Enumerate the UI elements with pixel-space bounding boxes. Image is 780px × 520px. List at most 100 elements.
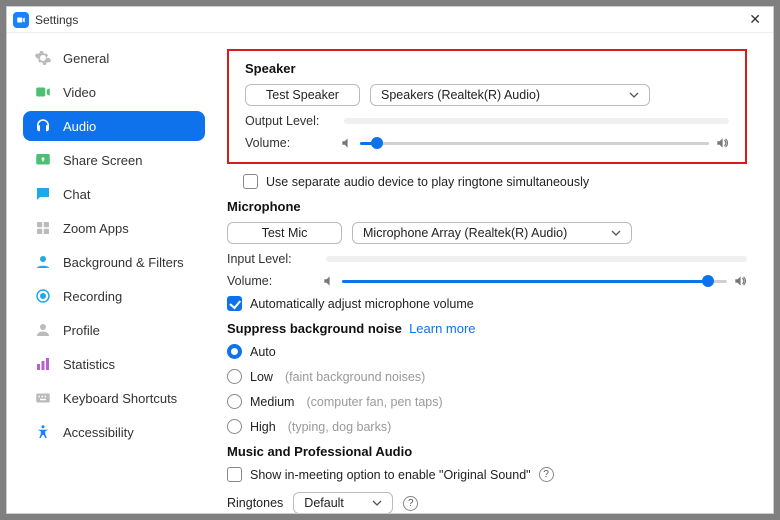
main-panel: Speaker Test Speaker Speakers (Realtek(R… xyxy=(217,33,773,513)
auto-adjust-checkbox[interactable] xyxy=(227,296,242,311)
gear-icon xyxy=(33,48,53,68)
body: General Video Audio Share Screen Chat Zo… xyxy=(7,33,773,513)
suppress-low-label: Low xyxy=(250,370,273,384)
speaker-output-level-meter xyxy=(344,118,729,124)
apps-icon xyxy=(33,218,53,238)
learn-more-link[interactable]: Learn more xyxy=(409,321,475,336)
accessibility-icon xyxy=(33,422,53,442)
sidebar-item-label: Video xyxy=(63,85,96,100)
titlebar: Settings ✕ xyxy=(7,7,773,33)
share-screen-icon xyxy=(33,150,53,170)
sidebar-item-audio[interactable]: Audio xyxy=(23,111,205,141)
keyboard-icon xyxy=(33,388,53,408)
suppress-high-row[interactable]: High (typing, dog barks) xyxy=(227,419,747,434)
suppress-low-hint: (faint background noises) xyxy=(285,370,425,384)
volume-high-icon xyxy=(715,136,729,150)
chevron-down-icon xyxy=(611,230,621,236)
settings-window: Settings ✕ General Video Audio Share Scr… xyxy=(6,6,774,514)
statistics-icon xyxy=(33,354,53,374)
sidebar: General Video Audio Share Screen Chat Zo… xyxy=(7,33,217,513)
suppress-medium-row[interactable]: Medium (computer fan, pen taps) xyxy=(227,394,747,409)
sidebar-item-accessibility[interactable]: Accessibility xyxy=(23,417,205,447)
sidebar-item-video[interactable]: Video xyxy=(23,77,205,107)
profile-icon xyxy=(33,320,53,340)
background-icon xyxy=(33,252,53,272)
sidebar-item-label: Audio xyxy=(63,119,96,134)
recording-icon xyxy=(33,286,53,306)
input-level-label: Input Level: xyxy=(227,252,312,266)
sidebar-item-general[interactable]: General xyxy=(23,43,205,73)
video-icon xyxy=(33,82,53,102)
test-speaker-button[interactable]: Test Speaker xyxy=(245,84,360,106)
mic-device-value: Microphone Array (Realtek(R) Audio) xyxy=(363,226,611,240)
suppress-title: Suppress background noise Learn more xyxy=(227,321,747,336)
speaker-volume-slider[interactable] xyxy=(360,142,709,145)
chat-icon xyxy=(33,184,53,204)
volume-low-icon xyxy=(322,274,336,288)
original-sound-label: Show in-meeting option to enable "Origin… xyxy=(250,468,531,482)
sidebar-item-label: Accessibility xyxy=(63,425,134,440)
help-icon[interactable]: ? xyxy=(403,496,418,511)
sidebar-item-recording[interactable]: Recording xyxy=(23,281,205,311)
sidebar-item-chat[interactable]: Chat xyxy=(23,179,205,209)
suppress-high-hint: (typing, dog barks) xyxy=(288,420,392,434)
headphones-icon xyxy=(33,116,53,136)
ringtones-value: Default xyxy=(304,496,372,510)
sidebar-item-statistics[interactable]: Statistics xyxy=(23,349,205,379)
suppress-low-row[interactable]: Low (faint background noises) xyxy=(227,369,747,384)
sidebar-item-zoom-apps[interactable]: Zoom Apps xyxy=(23,213,205,243)
suppress-high-radio[interactable] xyxy=(227,419,242,434)
window-title: Settings xyxy=(35,13,78,27)
speaker-device-value: Speakers (Realtek(R) Audio) xyxy=(381,88,629,102)
sidebar-item-label: Background & Filters xyxy=(63,255,184,270)
mic-input-level-meter xyxy=(326,256,747,262)
separate-ringtone-label: Use separate audio device to play ringto… xyxy=(266,175,589,189)
sidebar-item-label: General xyxy=(63,51,109,66)
mic-volume-label: Volume: xyxy=(227,274,312,288)
auto-adjust-label: Automatically adjust microphone volume xyxy=(250,297,474,311)
zoom-app-icon xyxy=(13,12,29,28)
sidebar-item-label: Keyboard Shortcuts xyxy=(63,391,177,406)
suppress-high-label: High xyxy=(250,420,276,434)
close-button[interactable]: ✕ xyxy=(743,9,767,30)
suppress-medium-radio[interactable] xyxy=(227,394,242,409)
ringtones-label: Ringtones xyxy=(227,496,283,510)
music-title: Music and Professional Audio xyxy=(227,444,747,459)
sidebar-item-profile[interactable]: Profile xyxy=(23,315,205,345)
suppress-medium-hint: (computer fan, pen taps) xyxy=(306,395,442,409)
sidebar-item-keyboard-shortcuts[interactable]: Keyboard Shortcuts xyxy=(23,383,205,413)
separate-ringtone-row: Use separate audio device to play ringto… xyxy=(243,174,747,189)
speaker-section-highlight: Speaker Test Speaker Speakers (Realtek(R… xyxy=(227,49,747,164)
sidebar-item-label: Share Screen xyxy=(63,153,143,168)
sidebar-item-label: Chat xyxy=(63,187,90,202)
chevron-down-icon xyxy=(372,500,382,506)
output-level-label: Output Level: xyxy=(245,114,330,128)
suppress-auto-radio[interactable] xyxy=(227,344,242,359)
sidebar-item-label: Profile xyxy=(63,323,100,338)
speaker-device-dropdown[interactable]: Speakers (Realtek(R) Audio) xyxy=(370,84,650,106)
sidebar-item-share-screen[interactable]: Share Screen xyxy=(23,145,205,175)
mic-volume-slider[interactable] xyxy=(342,280,727,283)
sidebar-item-label: Zoom Apps xyxy=(63,221,129,236)
auto-adjust-row: Automatically adjust microphone volume xyxy=(227,296,747,311)
sidebar-item-label: Recording xyxy=(63,289,122,304)
test-mic-button[interactable]: Test Mic xyxy=(227,222,342,244)
suppress-auto-label: Auto xyxy=(250,345,276,359)
suppress-auto-row[interactable]: Auto xyxy=(227,344,747,359)
speaker-title: Speaker xyxy=(245,61,729,76)
volume-high-icon xyxy=(733,274,747,288)
ringtones-dropdown[interactable]: Default xyxy=(293,492,393,513)
sidebar-item-background-filters[interactable]: Background & Filters xyxy=(23,247,205,277)
suppress-medium-label: Medium xyxy=(250,395,294,409)
help-icon[interactable]: ? xyxy=(539,467,554,482)
chevron-down-icon xyxy=(629,92,639,98)
original-sound-row: Show in-meeting option to enable "Origin… xyxy=(227,467,747,482)
sidebar-item-label: Statistics xyxy=(63,357,115,372)
mic-device-dropdown[interactable]: Microphone Array (Realtek(R) Audio) xyxy=(352,222,632,244)
speaker-volume-label: Volume: xyxy=(245,136,330,150)
suppress-low-radio[interactable] xyxy=(227,369,242,384)
volume-low-icon xyxy=(340,136,354,150)
original-sound-checkbox[interactable] xyxy=(227,467,242,482)
microphone-title: Microphone xyxy=(227,199,747,214)
separate-ringtone-checkbox[interactable] xyxy=(243,174,258,189)
